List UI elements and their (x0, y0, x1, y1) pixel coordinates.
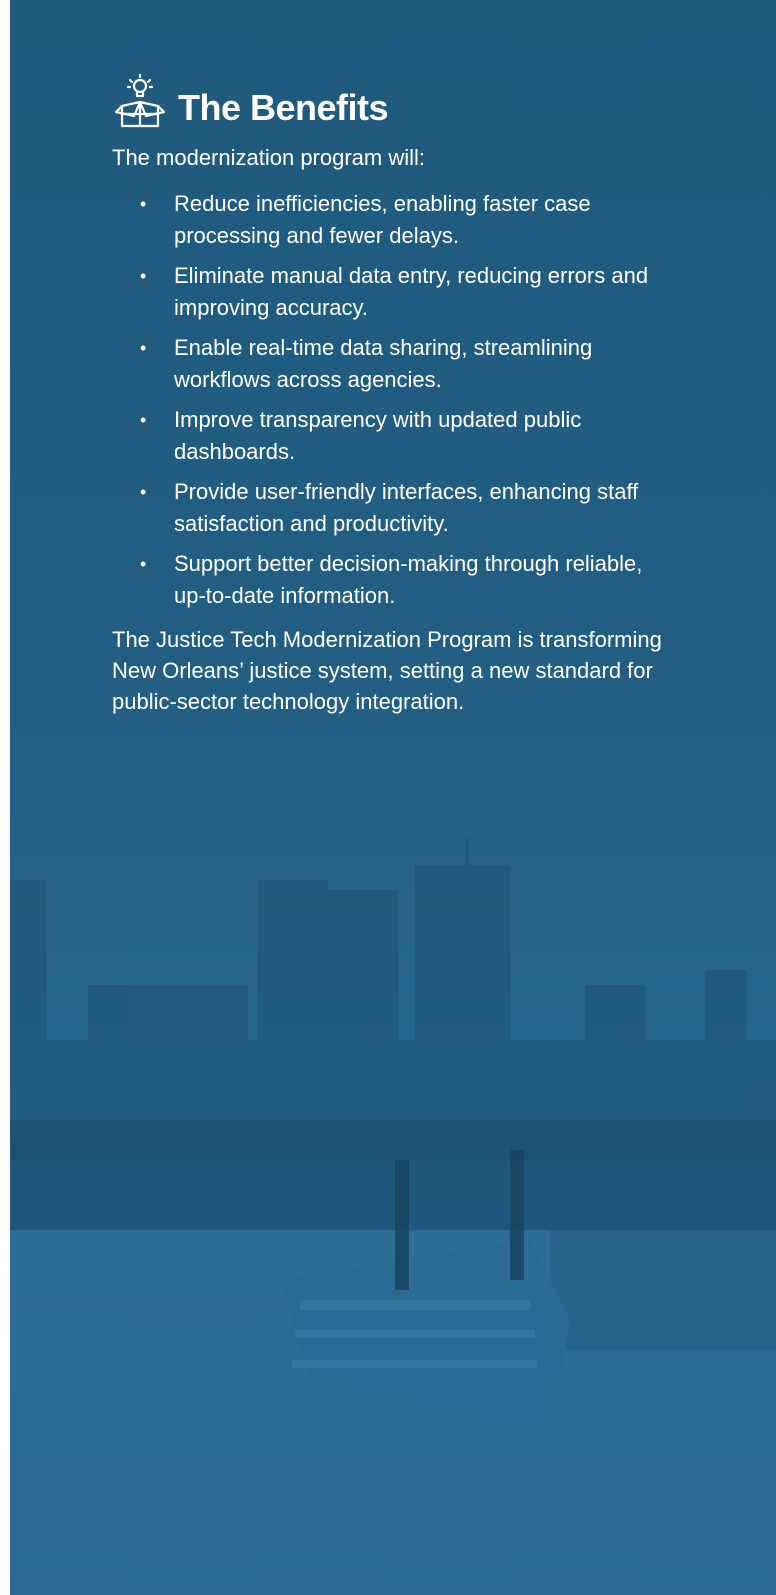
closing-paragraph: The Justice Tech Modernization Program i… (112, 627, 662, 714)
intro-text: The modernization program will: (112, 145, 426, 170)
benefits-content: The Benefits The modernization program w… (112, 70, 672, 739)
title-row: The Benefits (112, 70, 672, 134)
benefit-text: Support better decision-making through r… (174, 551, 643, 608)
page-title: The Benefits (178, 87, 389, 128)
benefit-text: Reduce inefficiencies, enabling faster c… (174, 191, 591, 248)
bullet-icon: • (140, 338, 147, 358)
benefits-list: • Reduce inefficiencies, enabling faster … (112, 188, 672, 612)
benefits-panel: The Benefits The modernization program w… (10, 0, 776, 1595)
list-item: • Eliminate manual data entry, reducing e… (140, 260, 672, 324)
bullet-icon: • (140, 482, 147, 502)
bullet-icon: • (140, 410, 147, 430)
list-item: • Enable real-time data sharing, streamli… (140, 332, 672, 396)
bullet-icon: • (140, 266, 147, 286)
benefit-text: Provide user-friendly interfaces, enhanc… (174, 479, 639, 536)
bullet-icon: • (140, 194, 147, 214)
list-item: • Provide user-friendly interfaces, enhan… (140, 476, 672, 540)
list-item: • Support better decision-making through … (140, 548, 672, 612)
benefit-text: Enable real-time data sharing, streamlin… (174, 335, 593, 392)
bullet-icon: • (140, 554, 147, 574)
benefit-text: Eliminate manual data entry, reducing er… (174, 263, 649, 320)
benefit-text: Improve transparency with updated public… (174, 407, 582, 464)
list-item: • Improve transparency with updated publi… (140, 404, 672, 468)
idea-box-icon (114, 73, 166, 128)
list-item: • Reduce inefficiencies, enabling faster … (140, 188, 672, 252)
